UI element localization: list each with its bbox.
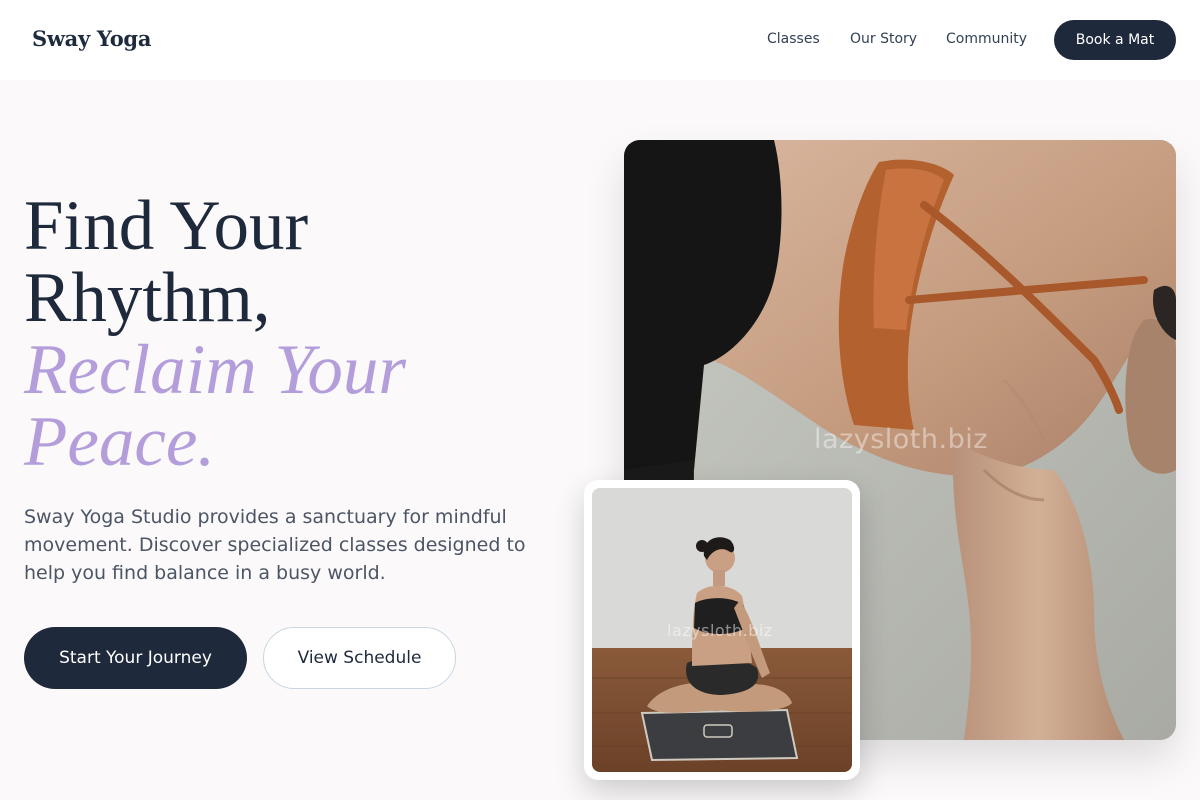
inset-photo-card: lazysloth.biz (584, 480, 860, 780)
inset-yoga-photo: lazysloth.biz (592, 488, 852, 772)
main-photo-watermark: lazysloth.biz (814, 424, 988, 455)
start-your-journey-button[interactable]: Start Your Journey (24, 627, 247, 689)
headline-line-1: Find Your (24, 187, 309, 265)
view-schedule-button[interactable]: View Schedule (263, 627, 456, 689)
book-a-mat-button[interactable]: Book a Mat (1054, 20, 1176, 60)
nav-link-our-story[interactable]: Our Story (850, 31, 917, 47)
headline-accent-line-1: Reclaim Your (24, 331, 406, 409)
headline-accent-line-2: Peace. (24, 403, 216, 481)
headline-line-2: Rhythm, (24, 259, 271, 337)
top-navbar: Sway Yoga Classes Our Story Community Bo… (0, 0, 1200, 80)
hero-description: Sway Yoga Studio provides a sanctuary fo… (24, 506, 526, 584)
hero-headline: Find Your Rhythm, Reclaim Your Peace. (24, 190, 406, 478)
inset-photo-watermark: lazysloth.biz (667, 621, 773, 640)
nav-link-community[interactable]: Community (946, 31, 1027, 47)
nav-link-classes[interactable]: Classes (767, 31, 820, 47)
brand-logo[interactable]: Sway Yoga (32, 26, 151, 51)
